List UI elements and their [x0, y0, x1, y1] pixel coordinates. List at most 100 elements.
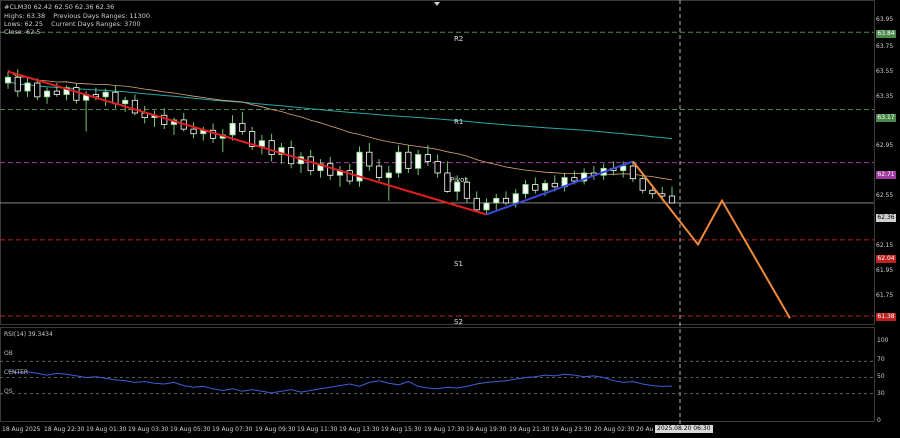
- r2-label: R2: [454, 35, 464, 43]
- time-tick: 19 Aug 21:30: [509, 426, 550, 433]
- rsi-os-label: OS: [4, 388, 13, 395]
- candle-bear: [551, 182, 558, 188]
- prev-range-label: Previous Days Ranges: 11300: [53, 12, 151, 20]
- candle-bear: [53, 90, 60, 95]
- ohlc-values: 62.42 62.50 62.36 62.36: [33, 3, 115, 11]
- time-tick: 20 Au: [636, 426, 654, 433]
- candle-bear: [34, 82, 41, 98]
- candle-bear: [268, 140, 275, 155]
- candle-bull: [24, 82, 31, 92]
- candle-bull: [512, 193, 519, 204]
- time-tick: 19 Aug 17:30: [424, 426, 465, 433]
- close-line: Close: 62.5: [4, 28, 40, 36]
- moving-averages: [7, 69, 673, 181]
- rsi-axis-tick: 0: [877, 417, 881, 424]
- candle-bull: [522, 184, 529, 195]
- candle-bear: [131, 99, 139, 114]
- symbol-label: #CLM30: [4, 3, 32, 11]
- highs-line: Highs: 63.38 Previous Days Ranges: 11300: [4, 12, 150, 20]
- candle-bear: [405, 151, 412, 169]
- s2-label: S2: [454, 318, 463, 326]
- time-tick: 19 Aug 23:30: [551, 426, 592, 433]
- candle-bear: [532, 184, 539, 191]
- candle-bear: [73, 87, 80, 101]
- time-tick: 19 Aug 01:30: [86, 426, 127, 433]
- candle-bear: [463, 181, 471, 199]
- rsi-center-label: CENTER: [4, 369, 29, 376]
- price-tick: 62.95: [876, 142, 894, 149]
- candle-bear: [434, 161, 441, 174]
- candle-bull: [620, 165, 627, 172]
- s1-label: S1: [454, 260, 463, 268]
- candle-bull: [43, 90, 51, 98]
- pivot-label: Pivot: [450, 176, 468, 184]
- ma-fast-line: [7, 69, 673, 181]
- s1-price-badge: 62.04: [876, 255, 896, 263]
- pivot-price-badge: 62.71: [876, 171, 896, 179]
- highs-label: Highs: 63.38: [4, 12, 46, 20]
- candle-bear: [239, 122, 246, 132]
- price-tick: 61.75: [876, 292, 894, 299]
- ma-slow-line: [7, 80, 673, 140]
- time-tick: 19 Aug 13:30: [339, 426, 380, 433]
- candle-bear: [14, 76, 21, 92]
- rsi-title: RSI(14) 39.3434: [4, 331, 53, 338]
- time-tick: 18 Aug 22:30: [44, 426, 85, 433]
- rsi-axis-tick: 100: [877, 337, 889, 344]
- time-tick: 19 Aug 15:30: [381, 426, 422, 433]
- price-tick: 63.95: [876, 16, 894, 23]
- candle-bear: [375, 165, 383, 178]
- time-tick: 19 Aug 19:30: [466, 426, 507, 433]
- time-tick: 18 Aug 2025: [2, 426, 41, 433]
- candle-bull: [483, 202, 490, 211]
- candle-bear: [327, 163, 334, 176]
- time-tick: 19 Aug 09:30: [255, 426, 296, 433]
- lows-line: Lows: 62.25 Current Days Ranges: 3700: [4, 20, 141, 28]
- candle-bull: [122, 99, 129, 105]
- candles: [4, 69, 676, 215]
- up-trend-line: [486, 160, 634, 216]
- candle-bear: [649, 189, 656, 195]
- grid-layer: [0, 0, 875, 424]
- price-tick: 61.95: [876, 267, 894, 274]
- rsi-line: [7, 370, 673, 394]
- candle-bull: [229, 122, 236, 136]
- rsi-panel-frame: [0, 327, 875, 422]
- candle-bear: [190, 128, 197, 135]
- time-tick: 19 Aug 03:30: [128, 426, 169, 433]
- candle-bear: [639, 178, 646, 191]
- time-tick: 19 Aug 07:30: [212, 426, 253, 433]
- rsi-axis-tick: 50: [877, 373, 885, 380]
- close-label: Close: 62.5: [4, 28, 41, 36]
- rsi-ob-label: OB: [4, 350, 13, 357]
- candle-bull: [385, 172, 392, 178]
- cur-range-label: Current Days Ranges: 3700: [51, 20, 141, 28]
- cursor-time-badge: 2025.08.20 06:30: [655, 425, 713, 433]
- s2-price-badge: 61.38: [876, 313, 896, 321]
- current-price-badge: 62.36: [876, 214, 896, 222]
- candle-bull: [102, 91, 109, 98]
- rsi-panel: [0, 360, 874, 395]
- candle-bear: [629, 165, 637, 180]
- down-trend-line: [7, 70, 487, 216]
- candle-bear: [424, 154, 431, 162]
- lows-label: Lows: 62.25: [4, 20, 44, 28]
- candle-bear: [502, 197, 510, 204]
- candle-bull: [395, 151, 402, 174]
- candle-bear: [473, 197, 480, 211]
- price-tick: 63.75: [876, 43, 894, 50]
- chart-menu-chevron-icon[interactable]: [434, 2, 440, 6]
- r2-price-badge: 63.84: [876, 30, 896, 38]
- symbol-ohlc: #CLM30 62.42 62.50 62.36 62.36: [4, 3, 114, 11]
- time-tick: 20 Aug 02:30: [594, 426, 635, 433]
- candle-bull: [415, 154, 422, 169]
- candle-bull: [493, 197, 500, 204]
- r1-price-badge: 63.17: [876, 114, 896, 122]
- candle-bull: [258, 140, 265, 147]
- rsi-axis-tick: 30: [877, 390, 885, 397]
- r1-label: R1: [454, 118, 464, 126]
- candle-bear: [571, 177, 578, 182]
- price-tick: 62.15: [876, 242, 894, 249]
- candle-bear: [307, 156, 314, 172]
- candle-bull: [4, 76, 12, 84]
